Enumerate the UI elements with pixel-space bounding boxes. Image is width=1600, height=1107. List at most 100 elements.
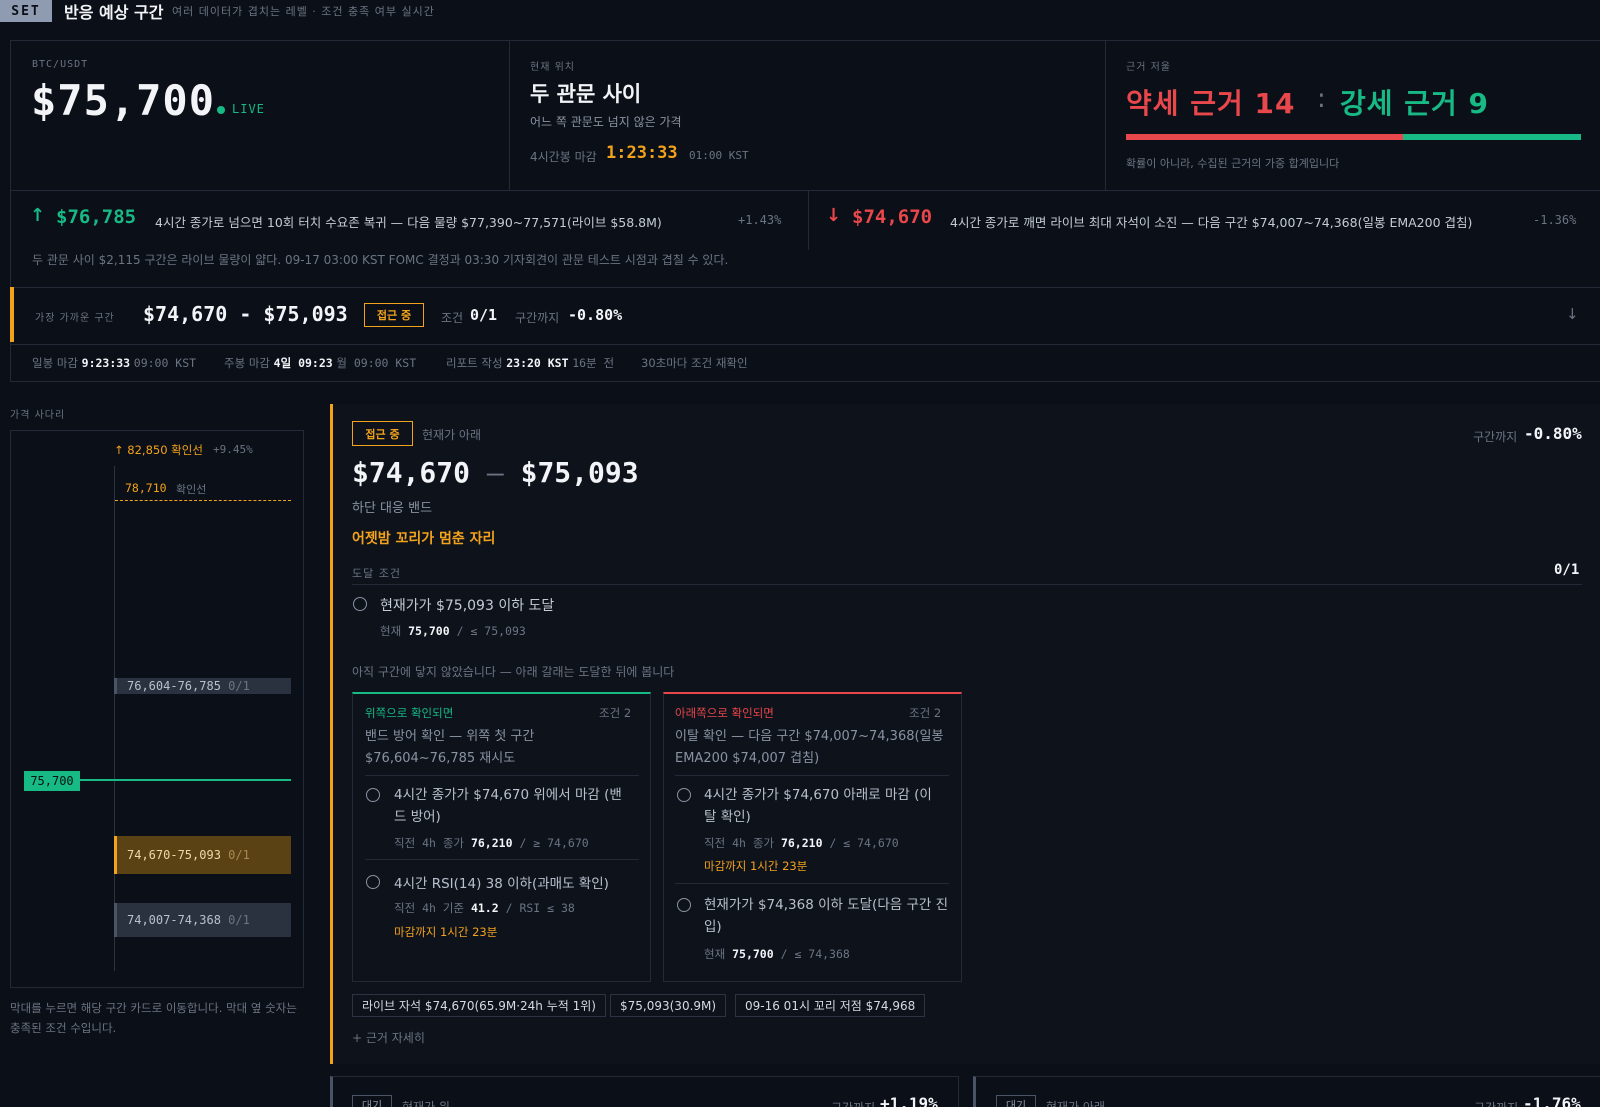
meta-target: / ≤ 74,368 — [780, 947, 850, 961]
position-title: 두 관문 사이 — [530, 82, 642, 106]
current-price-marker: 75,700 — [24, 771, 80, 791]
zone-status-tag: 대기 — [996, 1095, 1036, 1107]
branch-down-item-1-meta: 직전 4h 종가 76,210 / ≤ 74,670 — [704, 835, 899, 851]
weekly-close-kst: 월 09:00 KST — [336, 356, 417, 370]
band-range: 74,007-74,368 — [127, 913, 221, 927]
confirm-line — [115, 500, 291, 501]
reach-condition-text: 현재가가 $75,093 이하 도달 — [380, 598, 555, 614]
branch-down-item-1: 4시간 종가가 $74,670 아래로 마감 (이탈 확인) — [704, 787, 932, 825]
reach-cond-label: 도달 조건 — [352, 567, 401, 580]
condition-check-icon — [677, 788, 691, 802]
zone-dist-label: 구간까지 — [1474, 1099, 1518, 1107]
meta-label: 직전 4h 종가 — [394, 836, 465, 850]
ladder-top-pct: +9.45% — [213, 443, 253, 456]
daily-close-value: 9:23:33 — [81, 356, 131, 370]
ladder-label: 가격 사다리 — [10, 410, 66, 421]
branch-down-item-2: 현재가가 $74,368 이하 도달(다음 구간 진입) — [704, 897, 949, 935]
evidence-separator: : — [1317, 84, 1326, 114]
ladder-note: 막대를 누르면 해당 구간 카드로 이동합니다. 막대 옆 숫자는 충족된 조건… — [10, 1001, 297, 1035]
daily-close-kst: 09:00 KST — [133, 356, 197, 370]
arrow-up-icon: ↑ — [30, 205, 46, 226]
gates-note: 두 관문 사이 $2,115 구간은 라이브 물량이 얇다. 09-17 03:… — [32, 253, 729, 267]
zone-dist-value: -0.80% — [1524, 424, 1582, 443]
evidence-detail-toggle[interactable]: + 근거 자세히 — [352, 1029, 425, 1046]
zone-dist-label: 구간까지 — [831, 1099, 875, 1107]
zone-status-tag: 접근 중 — [352, 421, 413, 446]
bear-weight-bar — [1126, 134, 1403, 140]
divider — [675, 775, 949, 776]
ladder-confirm-value: 78,710 — [125, 481, 167, 495]
band-range: 76,604-76,785 — [127, 679, 221, 693]
current-price-line — [80, 779, 291, 781]
band-cond: 0/1 — [228, 848, 250, 862]
band-range: 74,670-75,093 — [127, 848, 221, 862]
band-cond: 0/1 — [228, 679, 250, 693]
pair-label: BTC/USDT — [32, 59, 89, 70]
zone-range-high: $75,093 — [520, 456, 639, 489]
evidence-label: 근거 저울 — [1126, 62, 1171, 73]
lower-gate-text: 4시간 종가로 깨면 라이브 최대 자석이 소진 — 다음 구간 $74,007… — [950, 215, 1473, 230]
ladder-confirm-label: 확인선 — [176, 483, 207, 496]
set-badge: SET — [0, 0, 52, 22]
ladder-axis — [114, 466, 115, 971]
zone-band-name: 하단 대응 밴드 — [352, 501, 433, 516]
scroll-to-zone-icon[interactable]: ↓ — [1566, 305, 1579, 323]
condition-check-icon — [353, 597, 367, 611]
meta-target: / ≤ 74,670 — [829, 836, 899, 850]
upper-gate-text: 4시간 종가로 넘으면 10회 터치 수요존 복귀 — 다음 물량 $77,39… — [155, 215, 662, 230]
nearest-label: 가장 가까운 구간 — [35, 313, 115, 324]
branch-down-desc: 이탈 확인 — 다음 구간 $74,007~74,368(일봉 EMA200 $… — [675, 729, 944, 766]
live-dot-icon — [217, 106, 225, 114]
upper-gate-pct: +1.43% — [738, 213, 782, 227]
nearest-dist-value: -0.80% — [568, 306, 623, 324]
zone-range-low: $74,670 — [352, 456, 471, 489]
nearest-status-tag: 접근 중 — [364, 303, 424, 327]
upper-gate-price: $76,785 — [56, 206, 137, 228]
divider — [352, 584, 1582, 585]
zone-range-dash: – — [486, 456, 504, 489]
ladder-band-lower[interactable]: 74,007-74,368 0/1 — [114, 903, 291, 937]
zone-range: $74,670 – $75,093 — [352, 456, 639, 489]
recheck-note: 30초마다 조건 재확인 — [641, 356, 748, 370]
current-price: $75,700 — [31, 76, 216, 125]
condition-check-icon — [366, 875, 380, 889]
ladder-top-confirm: ↑ 82,850 확인선 — [114, 443, 203, 457]
meta-value: 76,210 — [780, 836, 823, 850]
branch-up-desc: 밴드 방어 확인 — 위쪽 첫 구간 $76,604~76,785 재시도 — [365, 729, 535, 766]
meta-value: 41.2 — [470, 901, 499, 915]
band-cond: 0/1 — [228, 913, 250, 927]
ladder-band-upper[interactable]: 76,604-76,785 0/1 — [114, 678, 291, 694]
branch-down-item-2-meta: 현재 75,700 / ≤ 74,368 — [704, 946, 850, 962]
nearest-cond-value: 0/1 — [470, 306, 498, 324]
page-title: 반응 예상 구간 — [64, 3, 164, 22]
daily-close-label: 일봉 마감 — [32, 356, 78, 370]
meta-label: 현재 — [704, 947, 726, 961]
ladder-band-active[interactable]: 74,670-75,093 0/1 — [114, 836, 291, 874]
zone-status-tag: 대기 — [352, 1095, 392, 1107]
meta-label: 현재 — [380, 624, 402, 638]
meta-target: / ≥ 74,670 — [519, 836, 589, 850]
position-desc: 어느 쪽 관문도 넘지 않은 가격 — [530, 115, 682, 129]
zone-position: 현재가 아래 — [422, 428, 482, 442]
zone-headline: 어젯밤 꼬리가 멈춘 자리 — [352, 531, 496, 547]
page-subtitle: 여러 데이터가 겹치는 레벨 · 조건 충족 여부 실시간 — [172, 5, 435, 18]
report-timer: 리포트 작성 23:20 KST 16분 전 — [446, 355, 614, 371]
meta-value: 76,210 — [470, 836, 513, 850]
evidence-chip: 라이브 자석 $74,670(65.9M·24h 누적 1위) — [352, 994, 606, 1017]
evidence-chip: $75,093(30.9M) — [610, 994, 727, 1017]
branch-up-item-2: 4시간 RSI(14) 38 이하(과매도 확인) — [394, 876, 609, 892]
close-countdown: 1:23:33 — [606, 143, 678, 163]
bull-weight-bar — [1403, 134, 1581, 140]
report-time: 23:20 KST — [506, 356, 569, 370]
branch-up-title: 위쪽으로 확인되면 — [365, 706, 454, 720]
lower-gate-pct: -1.36% — [1533, 213, 1577, 227]
close-kst: 01:00 KST — [689, 149, 749, 162]
live-label: LIVE — [232, 102, 265, 116]
bear-evidence: 약세 근거 14 — [1126, 87, 1296, 120]
branch-up-count: 조건 2 — [599, 706, 632, 720]
weekly-timer: 주봉 마감 4일 09:23 월 09:00 KST — [224, 355, 416, 371]
meta-value: 75,700 — [732, 947, 774, 961]
arrow-down-icon: ↓ — [826, 205, 842, 226]
meta-value: 75,700 — [408, 624, 450, 638]
zone-dist-value: +1.19% — [880, 1094, 938, 1107]
